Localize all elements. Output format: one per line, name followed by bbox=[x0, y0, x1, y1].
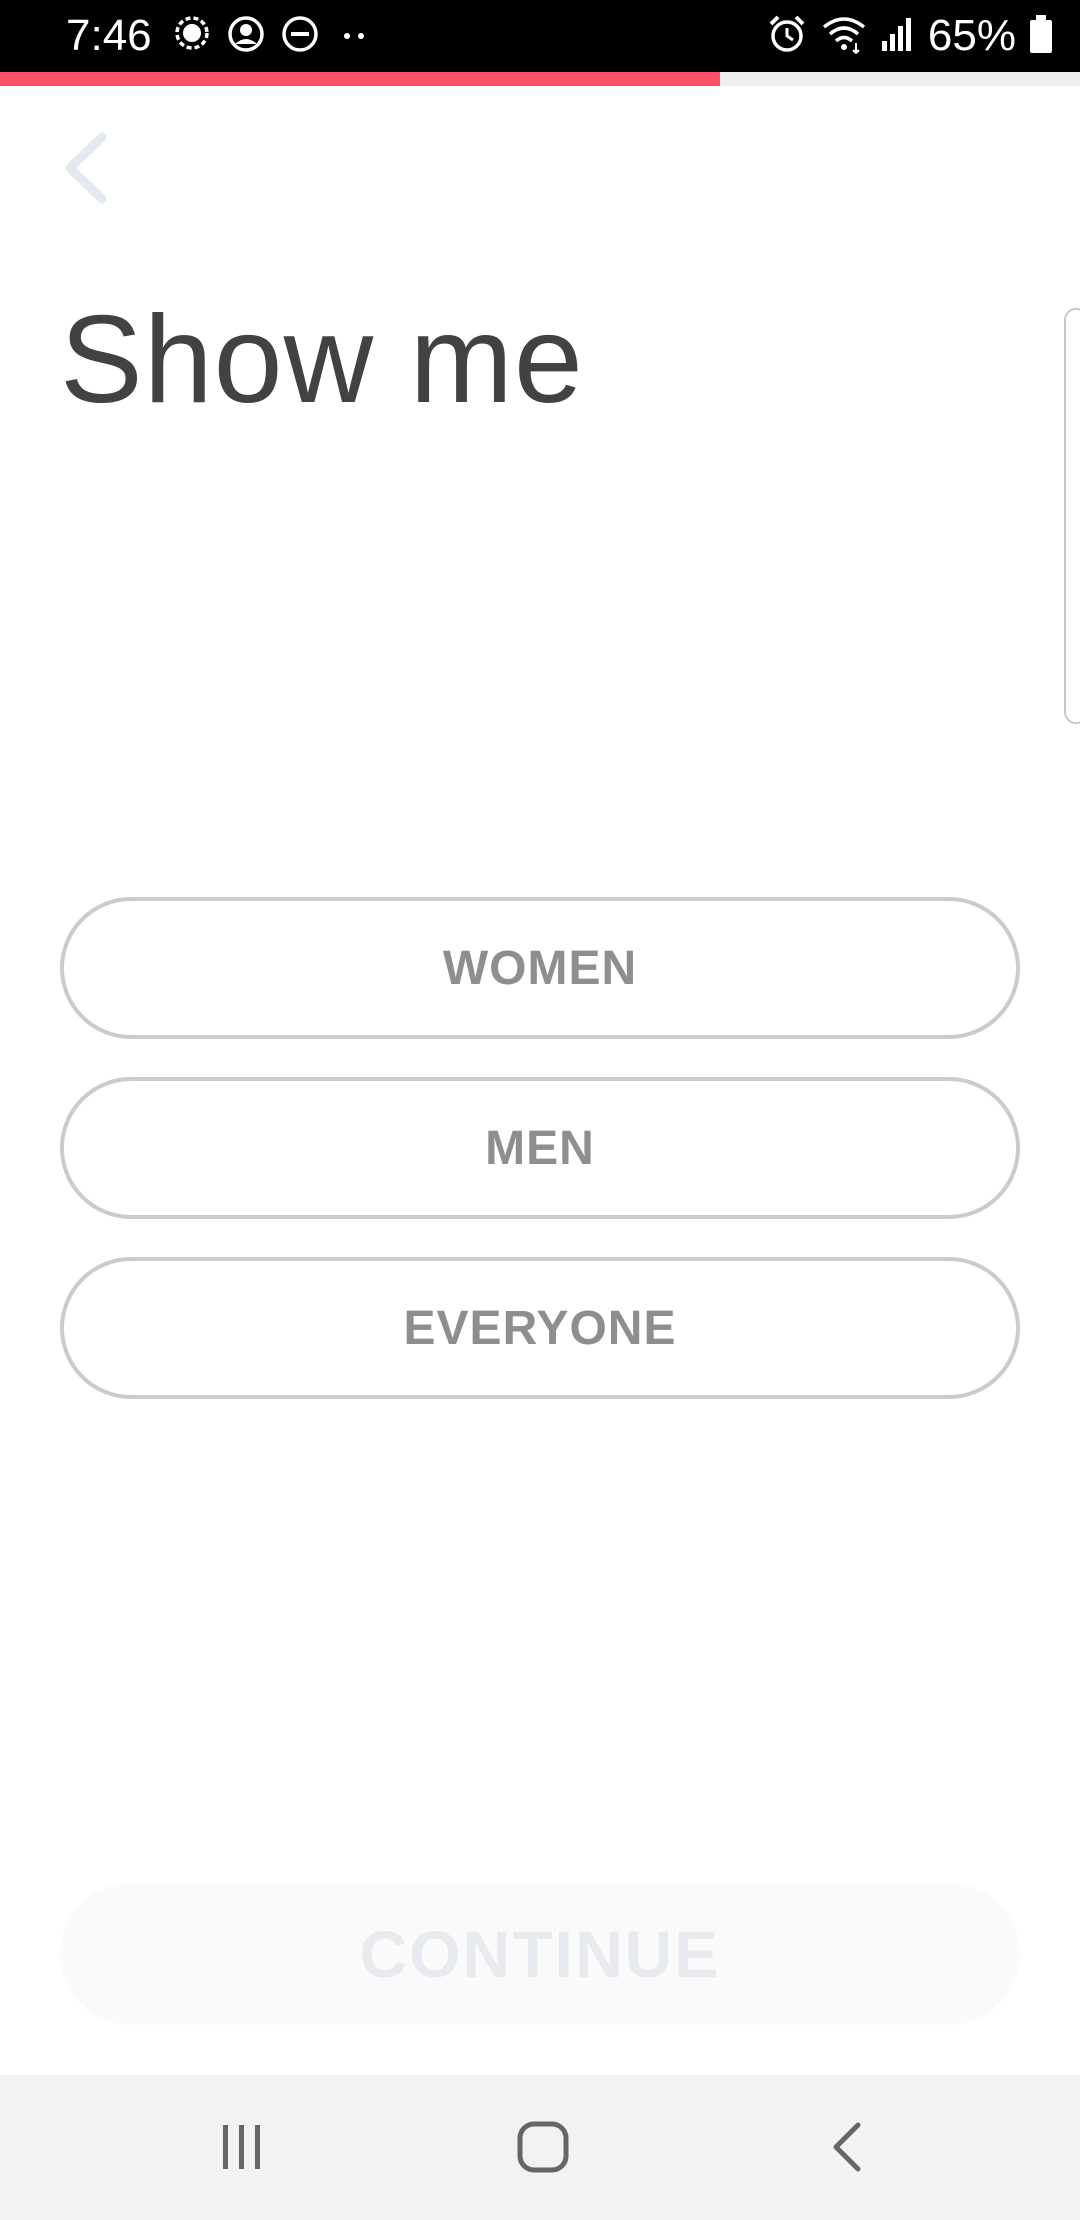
progress-fill bbox=[0, 72, 721, 86]
chevron-left-icon bbox=[60, 131, 110, 210]
recent-apps-icon bbox=[217, 2121, 267, 2178]
home-button[interactable] bbox=[503, 2111, 583, 2187]
progress-bar bbox=[0, 72, 1080, 86]
option-everyone-button[interactable]: EVERYONE bbox=[60, 1257, 1020, 1399]
option-men-button[interactable]: MEN bbox=[60, 1077, 1020, 1219]
continue-button[interactable]: CONTINUE bbox=[60, 1883, 1020, 2025]
status-right: 65% bbox=[766, 10, 1054, 62]
account-circle-icon bbox=[226, 14, 266, 59]
messenger-icon bbox=[172, 14, 212, 59]
back-button[interactable] bbox=[50, 130, 120, 210]
alarm-icon bbox=[766, 13, 808, 60]
status-time: 7:46 bbox=[66, 11, 152, 60]
home-icon bbox=[515, 2119, 571, 2180]
more-dots-icon bbox=[334, 14, 374, 59]
wifi-icon bbox=[820, 13, 868, 60]
battery-percent: 65% bbox=[927, 11, 1016, 60]
recent-apps-button[interactable] bbox=[202, 2111, 282, 2187]
page-title: Show me bbox=[60, 291, 584, 429]
navigation-bar bbox=[0, 2075, 1080, 2220]
option-women-button[interactable]: WOMEN bbox=[60, 897, 1020, 1039]
status-bar: 7:46 65% bbox=[0, 0, 1080, 72]
side-handle[interactable] bbox=[1064, 308, 1080, 724]
nav-back-button[interactable] bbox=[806, 2111, 886, 2187]
do-not-disturb-icon bbox=[280, 14, 320, 59]
battery-icon bbox=[1028, 13, 1054, 60]
back-icon bbox=[826, 2119, 866, 2180]
signal-icon bbox=[880, 13, 916, 60]
status-left-icons bbox=[172, 14, 374, 58]
